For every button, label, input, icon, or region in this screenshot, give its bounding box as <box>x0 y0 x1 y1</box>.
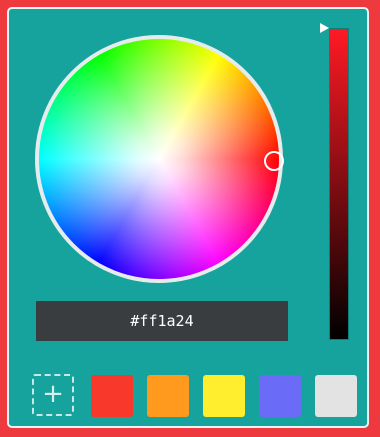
swatch-yellow[interactable] <box>203 375 245 417</box>
brightness-slider[interactable] <box>329 28 349 340</box>
swatch-red[interactable] <box>91 375 133 417</box>
swatch-light-gray[interactable] <box>315 375 357 417</box>
brightness-slider-handle-icon[interactable] <box>320 23 329 33</box>
swatch-orange[interactable] <box>147 375 189 417</box>
hue-saturation-wheel[interactable] <box>35 35 283 283</box>
wheel-selection-cursor[interactable] <box>264 151 284 171</box>
swatch-periwinkle[interactable] <box>259 375 301 417</box>
hex-value-field[interactable]: #ff1a24 <box>36 301 288 341</box>
color-picker-panel: #ff1a24 + <box>7 7 369 428</box>
plus-icon: + <box>42 379 64 409</box>
hex-value-text: #ff1a24 <box>130 312 194 330</box>
add-swatch-button[interactable]: + <box>32 374 74 416</box>
